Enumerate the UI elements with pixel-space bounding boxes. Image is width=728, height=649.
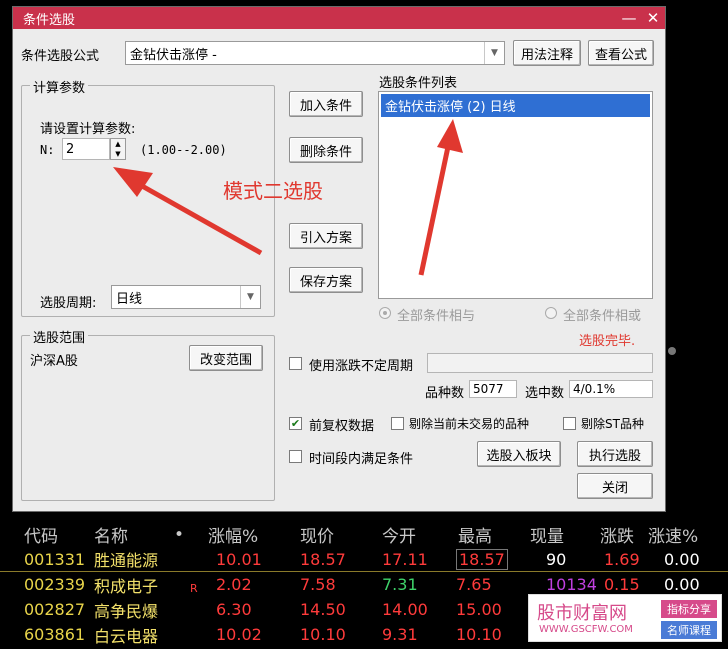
header-chg[interactable]: 涨跌	[600, 522, 634, 547]
close-button[interactable]: 关闭	[577, 473, 653, 499]
header-name[interactable]: 名称	[94, 522, 128, 547]
header-high[interactable]: 最高	[458, 522, 492, 547]
cell-code: 002827	[24, 600, 86, 619]
cell-high: 18.57	[456, 548, 508, 570]
cell-high: 7.65	[456, 575, 492, 594]
cell-open: 9.31	[382, 625, 418, 644]
pre-adjust-label: 前复权数据	[309, 419, 375, 434]
cell-code: 002339	[24, 575, 86, 594]
time-range-label: 时间段内满足条件	[309, 452, 414, 467]
cell-speed: 0.00	[664, 575, 700, 594]
cell-code: 603861	[24, 625, 86, 644]
cell-pct: 6.30	[216, 600, 252, 619]
header-speed[interactable]: 涨速%	[648, 522, 698, 547]
scope-value: 沪深A股	[30, 354, 78, 369]
cell-name: 积成电子	[94, 576, 159, 596]
cell-pct: 10.01	[216, 549, 262, 569]
arrow-head-right	[437, 119, 463, 153]
watermark-tag1: 指标分享	[661, 600, 717, 618]
scope-group-title: 选股范围	[30, 327, 89, 346]
cell-open: 7.31	[382, 575, 418, 594]
arrow-to-condition	[418, 141, 452, 276]
arrow-head-left	[113, 167, 153, 197]
selected-label: 选中数	[525, 386, 565, 401]
exclude-untraded-checkbox[interactable]	[391, 417, 404, 430]
cell-code: 001331	[24, 549, 86, 569]
count-field: 5077	[469, 380, 517, 398]
cell-high: 15.00	[456, 600, 502, 619]
table-row[interactable]: 001331 胜通能源 10.01 18.57 17.11 18.57 90 1.69 0.00	[0, 547, 728, 572]
cell-price: 10.10	[300, 625, 346, 644]
logic-and-label: 全部条件相与	[397, 309, 476, 324]
variable-period-checkbox[interactable]	[289, 357, 302, 370]
cell-open: 14.00	[382, 600, 428, 619]
watermark-tag2: 名师课程	[661, 621, 717, 639]
logic-or-radio[interactable]	[545, 307, 557, 319]
condition-stock-dialog: 条件选股 — ✕ 条件选股公式 金钻伏击涨停 - ▼ 用法注释 查看公式 计算参…	[12, 6, 666, 512]
variable-period-field[interactable]	[427, 353, 653, 373]
cell-high: 10.10	[456, 625, 502, 644]
header-pct[interactable]: 涨幅%	[208, 522, 258, 547]
selected-value: 4/0.1%	[573, 382, 616, 396]
add-to-board-button[interactable]: 选股入板块	[477, 441, 561, 467]
cell-price: 14.50	[300, 600, 346, 619]
exclude-untraded-label: 剔除当前未交易的品种	[409, 417, 530, 431]
change-scope-button[interactable]: 改变范围	[189, 345, 263, 371]
arrow-to-n-input	[133, 179, 263, 256]
cell-name: 胜通能源	[94, 551, 159, 570]
cell-pct: 10.02	[216, 625, 262, 644]
cell-chg: 1.69	[604, 549, 640, 569]
cell-chg: 0.15	[604, 575, 640, 594]
watermark: 股市财富网 WWW.GSCFW.COM 指标分享 名师课程	[528, 594, 722, 642]
watermark-main: 股市财富网	[537, 603, 627, 624]
count-value: 5077	[473, 382, 504, 396]
exclude-st-checkbox[interactable]	[563, 417, 576, 430]
cell-price: 7.58	[300, 575, 336, 594]
pre-adjust-checkbox[interactable]: ✔	[289, 417, 302, 430]
cell-price: 18.57	[300, 549, 346, 569]
decor-dot	[668, 347, 676, 355]
cell-vol: 90	[546, 549, 567, 569]
cell-pct: 2.02	[216, 575, 252, 594]
watermark-url: WWW.GSCFW.COM	[539, 624, 633, 635]
header-dot: •	[174, 524, 185, 545]
cell-open: 17.11	[382, 549, 428, 569]
cell-speed: 0.00	[664, 549, 700, 569]
count-label: 品种数	[425, 386, 465, 401]
header-price[interactable]: 现价	[300, 522, 334, 547]
exclude-st-label: 剔除ST品种	[581, 417, 644, 431]
execute-select-button[interactable]: 执行选股	[577, 441, 653, 467]
header-vol[interactable]: 现量	[530, 522, 564, 547]
cell-name: 高争民爆	[94, 601, 159, 621]
header-code[interactable]: 代码	[24, 522, 58, 547]
variable-period-label: 使用涨跌不定周期	[309, 359, 414, 374]
status-text: 选股完毕.	[579, 334, 636, 349]
cell-name: 白云电器	[94, 626, 159, 646]
cell-vol: 10134	[546, 575, 597, 594]
header-open[interactable]: 今开	[382, 522, 416, 547]
selected-field: 4/0.1%	[569, 380, 653, 398]
table-header: 代码 名称 • 涨幅% 现价 今开 最高 现量 涨跌 涨速%	[0, 522, 728, 548]
logic-and-radio[interactable]	[379, 307, 391, 319]
time-range-checkbox[interactable]	[289, 450, 302, 463]
cell-flag: R	[190, 582, 198, 595]
logic-or-label: 全部条件相或	[563, 309, 642, 324]
